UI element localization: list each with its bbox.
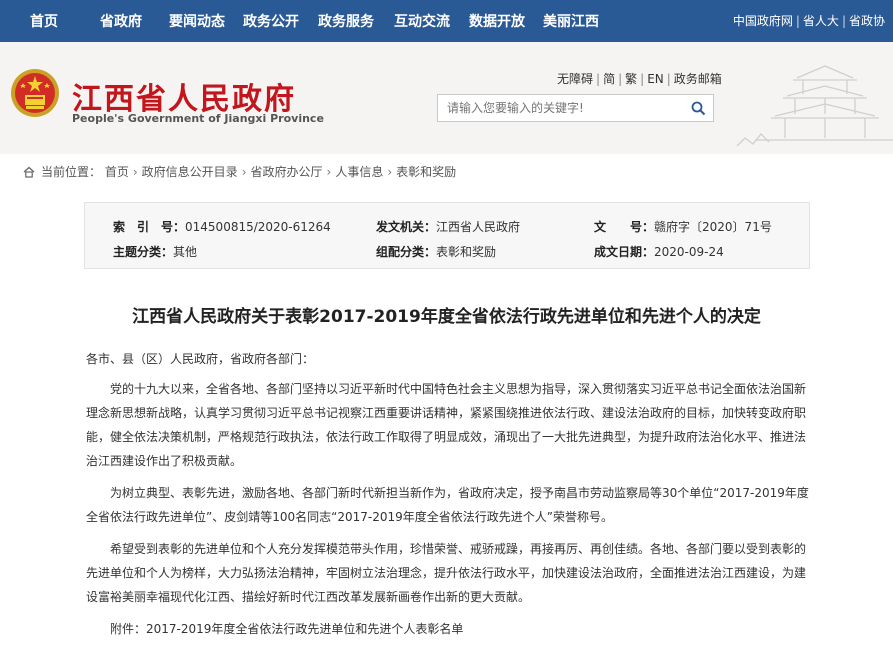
issuing-authority-label: 发文机关： <box>376 220 437 234</box>
topic-category-value: 其他 <box>173 245 198 259</box>
nav-item-government-affairs-disclosure[interactable]: 政务公开 <box>243 11 299 31</box>
home-icon <box>23 166 35 178</box>
accessibility-link[interactable]: 无障碍 <box>557 72 593 86</box>
breadcrumb-label: 当前位置： <box>41 165 102 179</box>
breadcrumb-info-disclosure-catalog[interactable]: 政府信息公开目录 <box>142 165 238 179</box>
traditional-chinese-link[interactable]: 繁 <box>625 72 637 86</box>
link-separator: | <box>618 72 623 86</box>
simplified-chinese-link[interactable]: 简 <box>603 72 615 86</box>
composition-category-field: 组配分类：表彰和奖励 <box>376 243 496 260</box>
breadcrumb-personnel-info[interactable]: 人事信息 <box>335 165 383 179</box>
top-navigation-bar: 首页 省政府 要闻动态 政务公开 政务服务 互动交流 数据开放 美丽江西 中国政… <box>0 0 893 42</box>
nav-item-government-services[interactable]: 政务服务 <box>318 11 374 31</box>
pavilion-illustration <box>736 65 893 147</box>
body-paragraph: 党的十九大以来，全省各地、各部门坚持以习近平新时代中国特色社会主义思想为指导，深… <box>86 382 807 468</box>
document-number-field: 文 号：赣府字〔2020〕71号 <box>594 218 772 235</box>
government-mailbox-link[interactable]: 政务邮箱 <box>674 72 722 86</box>
link-provincial-cppcc[interactable]: 省政协 <box>849 14 885 28</box>
search-input[interactable] <box>438 95 684 121</box>
issue-date-value: 2020-09-24 <box>654 245 724 259</box>
issuing-authority-value: 江西省人民政府 <box>436 220 521 234</box>
document-metadata-box: 索 引 号：014500815/2020-61264 发文机关：江西省人民政府 … <box>84 202 810 269</box>
issue-date-field: 成文日期：2020-09-24 <box>594 243 724 260</box>
breadcrumb-separator: › <box>326 165 332 179</box>
search-icon <box>691 101 705 115</box>
national-emblem-icon <box>11 69 59 117</box>
link-separator: | <box>596 72 601 86</box>
link-separator: | <box>795 14 800 28</box>
document-number-label: 文 号： <box>594 220 655 234</box>
breadcrumb-separator: › <box>132 165 138 179</box>
topic-category-label: 主题分类： <box>113 245 174 259</box>
search-box <box>437 94 714 122</box>
document-title: 江西省人民政府关于表彰2017-2019年度全省依法行政先进单位和先进个人的决定 <box>132 307 761 327</box>
link-china-government-net[interactable]: 中国政府网 <box>733 14 793 28</box>
breadcrumb-home[interactable]: 首页 <box>105 165 129 179</box>
nav-item-open-data[interactable]: 数据开放 <box>469 11 525 31</box>
breadcrumb-separator: › <box>241 165 247 179</box>
salutation: 各市、县（区）人民政府，省政府各部门： <box>86 352 315 366</box>
nav-item-provincial-government[interactable]: 省政府 <box>100 11 142 31</box>
topic-category-field: 主题分类：其他 <box>113 243 197 260</box>
english-link[interactable]: EN <box>647 72 664 86</box>
link-provincial-congress[interactable]: 省人大 <box>803 14 839 28</box>
index-number-field: 索 引 号：014500815/2020-61264 <box>113 218 331 235</box>
breadcrumb: 当前位置： 首页 › 政府信息公开目录 › 省政府办公厅 › 人事信息 › 表彰和奖励 <box>23 163 456 180</box>
composition-category-label: 组配分类： <box>376 245 437 259</box>
breadcrumb-separator: › <box>387 165 393 179</box>
attachment-link[interactable]: 附件：2017-2019年度全省依法行政先进单位和先进个人表彰名单 <box>86 617 810 641</box>
issue-date-label: 成文日期： <box>594 245 655 259</box>
index-number-value: 014500815/2020-61264 <box>185 220 331 234</box>
composition-category-value: 表彰和奖励 <box>436 245 497 259</box>
utility-links: 无障碍 | 简 | 繁 | EN | 政务邮箱 <box>557 70 722 87</box>
link-separator: | <box>666 72 671 86</box>
nav-item-interaction[interactable]: 互动交流 <box>394 11 450 31</box>
breadcrumb-general-office[interactable]: 省政府办公厅 <box>251 165 323 179</box>
site-header: 江西省人民政府 People's Government of Jiangxi P… <box>0 42 893 154</box>
nav-item-beautiful-jiangxi[interactable]: 美丽江西 <box>543 11 599 31</box>
link-separator: | <box>841 14 846 28</box>
site-subtitle: People's Government of Jiangxi Province <box>72 112 324 125</box>
document-body: 各市、县（区）人民政府，省政府各部门： 党的十九大以来，全省各地、各部门坚持以习… <box>86 347 810 645</box>
link-separator: | <box>640 72 645 86</box>
search-button[interactable] <box>683 95 713 121</box>
index-number-label: 索 引 号： <box>113 220 186 234</box>
issuing-authority-field: 发文机关：江西省人民政府 <box>376 218 520 235</box>
document-number-value: 赣府字〔2020〕71号 <box>654 220 772 234</box>
breadcrumb-commendations[interactable]: 表彰和奖励 <box>396 165 456 179</box>
body-paragraph: 为树立典型、表彰先进，激励各地、各部门新时代新担当新作为，省政府决定，授予南昌市… <box>86 486 809 524</box>
nav-item-home[interactable]: 首页 <box>30 11 58 31</box>
nav-item-news[interactable]: 要闻动态 <box>169 11 225 31</box>
top-external-links: 中国政府网 | 省人大 | 省政协 <box>733 12 885 29</box>
body-paragraph: 希望受到表彰的先进单位和个人充分发挥模范带头作用，珍惜荣誉、戒骄戒躁，再接再厉、… <box>86 542 807 604</box>
